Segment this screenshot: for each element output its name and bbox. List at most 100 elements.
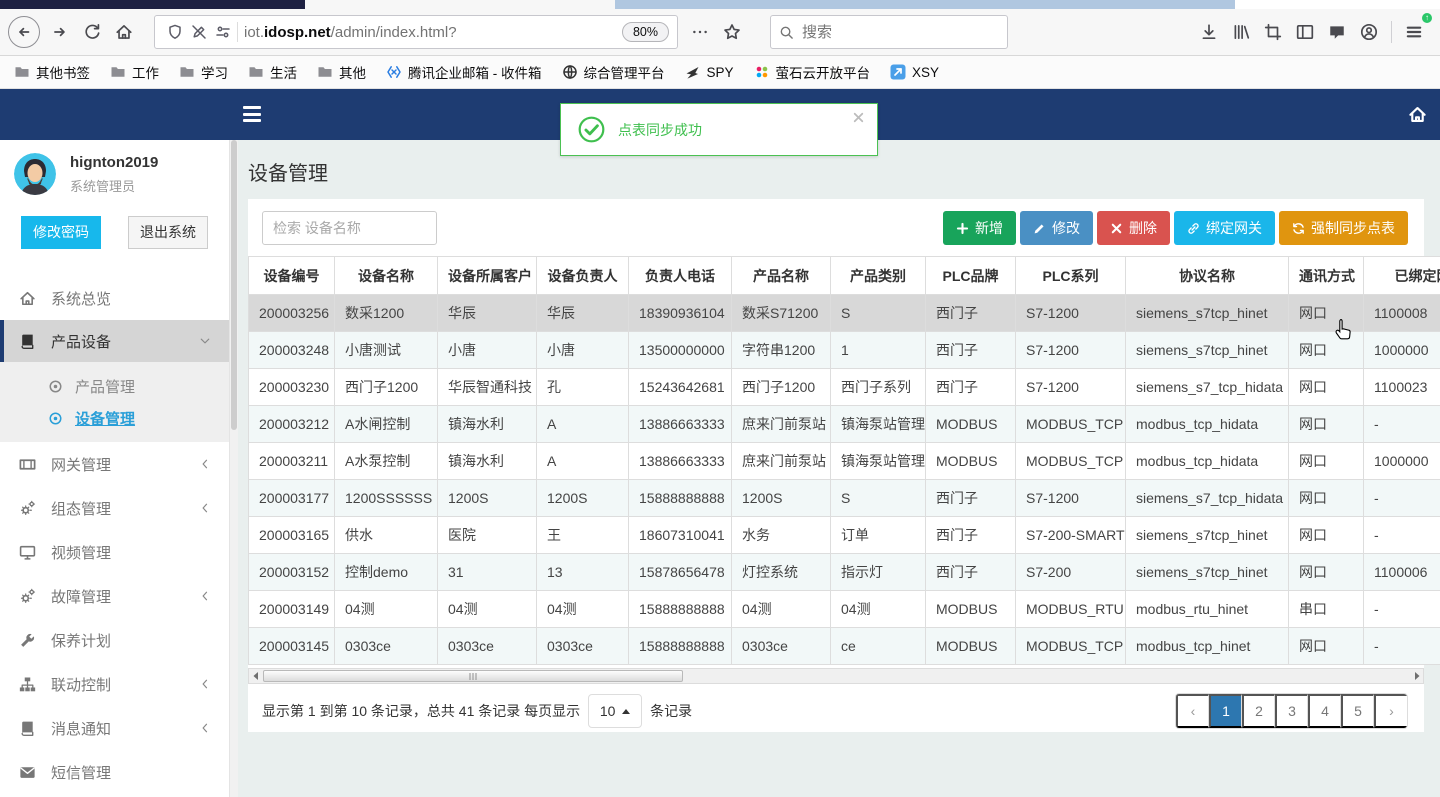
browser-tab-strip[interactable] <box>615 0 1235 9</box>
sidebar-item-4[interactable]: 视频管理 <box>0 530 229 574</box>
bookmark-item[interactable]: SPY <box>685 64 734 80</box>
sidebar-item-1[interactable]: 产品设备 <box>0 320 229 362</box>
sidebar-item-8[interactable]: 消息通知 <box>0 706 229 750</box>
sidebar-item-label: 短信管理 <box>51 764 112 782</box>
bookmark-item[interactable]: XSY <box>890 64 939 80</box>
page-button-4[interactable]: 4 <box>1308 694 1341 728</box>
action-button-删除[interactable]: 删除 <box>1097 211 1170 245</box>
submenu-item[interactable]: 设备管理 <box>0 402 229 434</box>
logout-button[interactable]: 退出系统 <box>128 216 208 249</box>
column-header[interactable]: PLC品牌 <box>925 256 1016 295</box>
page-button-1[interactable]: 1 <box>1209 694 1242 728</box>
bookmark-item[interactable]: 萤石云开放平台 <box>754 62 870 82</box>
bookmark-item[interactable]: 其他书签 <box>14 62 90 82</box>
change-password-button[interactable]: 修改密码 <box>21 216 101 249</box>
bookmark-item[interactable]: 生活 <box>248 62 297 82</box>
column-header[interactable]: 产品类别 <box>830 256 926 295</box>
column-header[interactable]: 协议名称 <box>1125 256 1289 295</box>
page-button-5[interactable]: 5 <box>1341 694 1374 728</box>
page-size-dropdown[interactable]: 10 <box>588 694 643 728</box>
bookmark-item[interactable]: 其他 <box>317 62 366 82</box>
submenu-item[interactable]: 产品管理 <box>0 370 229 402</box>
bookmark-item[interactable]: 腾讯企业邮箱 - 收件箱 <box>386 62 542 82</box>
scroll-left-arrow[interactable] <box>249 669 262 683</box>
column-header[interactable]: PLC系列 <box>1015 256 1126 295</box>
column-header[interactable]: 设备所属客户 <box>437 256 537 295</box>
sidebar-item-9[interactable]: 短信管理 <box>0 750 229 794</box>
bookmark-item[interactable]: 学习 <box>179 62 228 82</box>
action-button-强制同步点表[interactable]: 强制同步点表 <box>1279 211 1408 245</box>
forward-button[interactable] <box>44 16 76 48</box>
app-home-button[interactable] <box>1408 105 1428 125</box>
bookmark-star-button[interactable] <box>716 16 748 48</box>
action-button-新增[interactable]: 新增 <box>943 211 1016 245</box>
chat-button[interactable] <box>1321 16 1353 48</box>
horizontal-scrollbar[interactable] <box>248 668 1424 684</box>
table-row[interactable]: 200003248 小唐测试 小唐 小唐 13500000000 字符串1200 1 西门子 S… <box>248 331 1440 369</box>
table-row[interactable]: 200003230 西门子1200 华辰智通科技孔 15243642681 西门子120… <box>248 368 1440 406</box>
library-button[interactable] <box>1225 16 1257 48</box>
scroll-right-arrow[interactable] <box>1410 669 1423 683</box>
sidebar-item-0[interactable]: 系统总览 <box>0 276 229 320</box>
table-row[interactable]: 200003145 0303ce 0303ce 0303ce 15888888888 03… <box>248 627 1440 665</box>
table-row[interactable]: 200003149 04测 04测 04测 15888888888 04测 04测 MODBU… <box>248 590 1440 628</box>
page-next-button[interactable]: › <box>1374 694 1407 728</box>
table-row[interactable]: 200003211 A水泵控制 镇海水利 A 13886663333 庶来门前泵站 镇海泵站… <box>248 442 1440 480</box>
table-row[interactable]: 200003177 1200SSSSSS 1200S 1200S 15888888888… <box>248 479 1440 517</box>
column-header[interactable]: 通讯方式 <box>1288 256 1364 295</box>
table-row[interactable]: 200003256 数采1200 华辰 华辰 18390936104 数采S71200 S 西… <box>248 294 1440 332</box>
sidebar-item-3[interactable]: 组态管理 <box>0 486 229 530</box>
table-row[interactable]: 200003165 供水 医院王 18607310041 水务 订单 西门子 S7-200-S… <box>248 516 1440 554</box>
page-button-3[interactable]: 3 <box>1275 694 1308 728</box>
monitor-icon <box>19 544 36 561</box>
sidebar-item-label: 产品设备 <box>51 333 112 351</box>
sidebar-item-2[interactable]: 网关管理 <box>0 442 229 486</box>
shield-icon[interactable] <box>163 20 187 44</box>
url-bar[interactable]: iot.idosp.net/admin/index.html? 80% <box>154 15 678 49</box>
sidebar-button[interactable] <box>1289 16 1321 48</box>
page-actions-button[interactable] <box>684 16 716 48</box>
browser-search-box[interactable] <box>770 15 1008 49</box>
table-cell: 华辰 <box>437 294 537 332</box>
page-button-2[interactable]: 2 <box>1242 694 1275 728</box>
page-prev-button[interactable]: ‹ <box>1176 694 1209 728</box>
browser-search-input[interactable] <box>802 23 972 41</box>
bookmark-item[interactable]: 工作 <box>110 62 159 82</box>
reload-button[interactable] <box>76 16 108 48</box>
device-search-input[interactable] <box>262 211 437 245</box>
download-button[interactable] <box>1193 16 1225 48</box>
home-button[interactable] <box>108 16 140 48</box>
sidebar-scrollbar[interactable] <box>230 140 238 797</box>
action-button-修改[interactable]: 修改 <box>1020 211 1093 245</box>
account-button[interactable] <box>1353 16 1385 48</box>
divider <box>237 22 238 42</box>
ezviz-icon <box>754 64 770 80</box>
column-header[interactable]: 产品名称 <box>731 256 831 295</box>
crop-button[interactable] <box>1257 16 1289 48</box>
sidebar-item-6[interactable]: 保养计划 <box>0 618 229 662</box>
table-cell: 灯控系统 <box>731 553 831 591</box>
permissions-icon[interactable] <box>211 20 235 44</box>
sidebar-toggle-button[interactable] <box>243 106 261 122</box>
toast-close-button[interactable] <box>853 110 867 124</box>
column-header[interactable]: 已绑定网关 <box>1363 256 1440 295</box>
sidebar-item-label: 联动控制 <box>51 676 112 694</box>
pencil-off-icon[interactable] <box>187 20 211 44</box>
sidebar-item-5[interactable]: 故障管理 <box>0 574 229 618</box>
action-button-绑定网关[interactable]: 绑定网关 <box>1174 211 1275 245</box>
column-header[interactable]: 设备负责人 <box>536 256 629 295</box>
browser-menu-button[interactable]: ↑ <box>1398 13 1432 48</box>
table-row[interactable]: 200003152 控制demo 31 13 15878656478 灯控系统 指示灯 西门子… <box>248 553 1440 591</box>
table-cell: 15888888888 <box>628 479 732 517</box>
bookmark-item[interactable]: 综合管理平台 <box>562 62 665 82</box>
table-row[interactable]: 200003212 A水闸控制 镇海水利 A 13886663333 庶来门前泵站 镇海泵站… <box>248 405 1440 443</box>
column-header[interactable]: 负责人电话 <box>628 256 732 295</box>
column-header[interactable]: 设备编号 <box>248 256 335 295</box>
sidebar-item-7[interactable]: 联动控制 <box>0 662 229 706</box>
table-cell: 13886663333 <box>628 405 732 443</box>
scrollbar-thumb[interactable] <box>263 670 683 682</box>
submenu-item-label: 设备管理 <box>75 410 136 428</box>
back-button[interactable] <box>8 16 40 48</box>
column-header[interactable]: 设备名称 <box>334 256 438 295</box>
zoom-level-badge[interactable]: 80% <box>621 22 669 42</box>
